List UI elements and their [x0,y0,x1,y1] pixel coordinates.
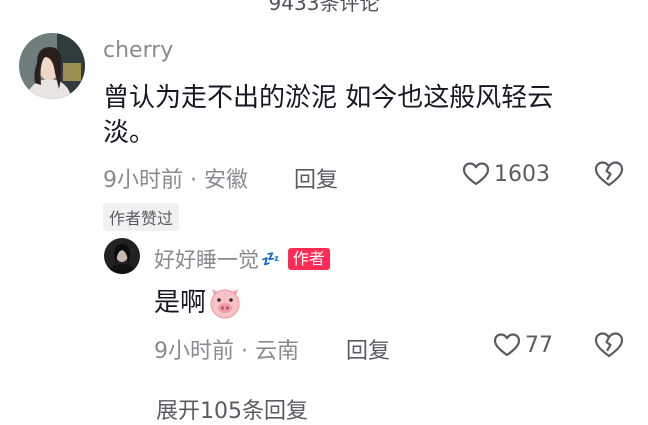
reply-text-row: 是啊 [154,282,242,324]
reply-dislike-button[interactable] [594,331,624,359]
heart-icon [493,332,521,358]
pig-face-icon [208,286,242,320]
reply-username[interactable]: 好好睡一觉 [154,244,259,274]
broken-heart-icon [594,160,624,188]
reply-time-location: 9小时前 · 云南 [154,339,299,364]
comment-like-count: 1603 [494,161,550,187]
reply-like-count: 77 [525,332,553,358]
comment-text-line2: 淡。 [103,118,156,148]
avatar[interactable] [19,33,85,99]
reply-reply-button[interactable]: 回复 [346,333,390,365]
author-badge: 作者 [287,248,330,270]
comment-username[interactable]: cherry [103,38,173,63]
comment-time-location: 9小时前 · 安徽 [103,168,248,193]
comment-count-header: 9433条评论 [268,0,380,15]
comment-reply-button[interactable]: 回复 [294,162,338,194]
broken-heart-icon [594,331,624,359]
comment-dislike-button[interactable] [594,160,624,188]
sleep-emoji: 💤 [261,250,280,268]
heart-icon [462,161,490,187]
reply-text: 是啊 [154,288,207,318]
author-liked-badge: 作者赞过 [103,203,180,231]
comment-like-button[interactable]: 1603 [462,161,550,187]
reply-avatar[interactable] [104,238,140,274]
reply-like-button[interactable]: 77 [493,332,553,358]
expand-replies-button[interactable]: 展开105条回复 [156,393,308,425]
comment-text-line1: 曾认为走不出的淤泥 如今也这般风轻云 [103,83,554,113]
reply-username-row: 好好睡一觉 💤 作者 [154,244,330,274]
